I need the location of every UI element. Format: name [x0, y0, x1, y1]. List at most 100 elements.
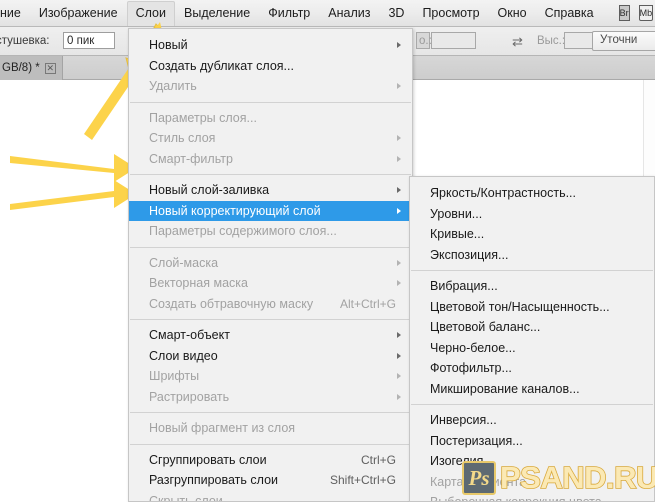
menu-item-7[interactable]: Просмотр	[413, 1, 488, 26]
menu-separator	[130, 319, 411, 320]
menu-item-label: Векторная маска	[149, 276, 248, 290]
menu-item-label: Изогелия...	[430, 454, 494, 468]
menu-layers[interactable]: Слои	[126, 0, 175, 26]
menu-item[interactable]: Создать дубликат слоя...	[129, 56, 412, 77]
menu-item-label: Выборочная коррекция цвета...	[430, 495, 613, 502]
menu-item[interactable]: Сгруппировать слои Ctrl+G	[129, 450, 412, 471]
mini-bridge-button[interactable]: Mb	[638, 5, 654, 21]
menu-item-label: Инверсия...	[430, 413, 497, 427]
menu-item-label: Стиль слоя	[149, 131, 216, 145]
chevron-right-icon	[397, 42, 401, 48]
menu-item[interactable]: Цветовой баланс...	[410, 317, 654, 338]
menu-item-label: Смарт-объект	[149, 328, 230, 342]
menu-item: Создать обтравочную маску Alt+Ctrl+G	[129, 294, 412, 315]
menu-separator	[411, 270, 653, 271]
chevron-right-icon	[397, 373, 401, 379]
menu-item-label: Новый фрагмент из слоя	[149, 421, 296, 435]
menu-item-label: Новый слой-заливка	[149, 183, 270, 197]
chevron-right-icon	[397, 332, 401, 338]
menu-item: Скрыть слои	[129, 491, 412, 502]
menu-item: Параметры слоя...	[129, 108, 412, 129]
menu-item-3[interactable]: Выделение	[175, 1, 259, 26]
width-input[interactable]	[431, 32, 476, 49]
menu-item-label: Микширование каналов...	[430, 381, 580, 396]
menu-item[interactable]: Микширование каналов...	[410, 379, 654, 400]
menu-item-8[interactable]: Окно	[489, 1, 536, 26]
chevron-right-icon	[397, 207, 401, 214]
menu-item[interactable]: Экспозиция...	[410, 245, 654, 266]
menu-item[interactable]: Черно-белое...	[410, 338, 654, 359]
menu-item-label: Параметры слоя...	[149, 110, 257, 125]
menu-item-label: Цветовой баланс...	[430, 320, 541, 334]
swap-arrows-icon[interactable]: ⇄	[512, 35, 523, 48]
feather-input[interactable]: 0 пик	[63, 32, 115, 49]
new-adjustment-layer-submenu[interactable]: Яркость/Контрастность... Уровни... Кривые.…	[409, 176, 655, 502]
menu-item-label: Сгруппировать слои	[149, 452, 267, 467]
menu-item[interactable]: Уровни...	[410, 204, 654, 225]
chevron-right-icon	[397, 259, 401, 266]
menu-item-label: Цветовой тон/Насыщенность...	[430, 299, 610, 314]
menu-item: Параметры содержимого слоя...	[129, 221, 412, 242]
menu-item-0[interactable]: ние	[0, 1, 30, 26]
menu-item[interactable]: Фотофильтр...	[410, 358, 654, 379]
menu-item[interactable]: Цветовой тон/Насыщенность...	[410, 297, 654, 318]
bridge-button[interactable]: Br	[618, 5, 630, 21]
chevron-right-icon	[397, 83, 401, 89]
menu-item-shortcut: Alt+Ctrl+G	[339, 296, 396, 311]
menu-item-label: Шрифты	[149, 369, 200, 383]
document-tab[interactable]: GB/8) * ✕	[0, 56, 63, 80]
menu-item-6[interactable]: 3D	[379, 1, 413, 26]
layers-dropdown-menu[interactable]: Новый Создать дубликат слоя... Удалить Пара…	[128, 28, 413, 502]
close-icon[interactable]: ✕	[44, 62, 56, 74]
menu-item-label: Разгруппировать слои	[149, 473, 279, 487]
menu-item-shortcut: Ctrl+G	[360, 452, 396, 467]
menu-item: Новый фрагмент из слоя	[129, 418, 412, 439]
menu-item-label: Слой-маска	[149, 255, 219, 270]
menu-item[interactable]: Смарт-объект	[129, 325, 412, 346]
menu-item[interactable]: Новый слой-заливка	[129, 180, 412, 201]
menu-separator	[411, 404, 653, 405]
menu-item-label: Черно-белое...	[430, 340, 516, 355]
menu-item-4[interactable]: Фильтр	[259, 1, 319, 26]
menu-item[interactable]: Постеризация...	[410, 431, 654, 452]
menu-separator	[130, 101, 411, 103]
menu-item[interactable]: Инверсия...	[410, 410, 654, 431]
menu-item[interactable]: Вибрация...	[410, 276, 654, 297]
menu-item-label: Растрировать	[149, 389, 230, 404]
menu-item-5[interactable]: Анализ	[319, 1, 379, 26]
menu-item-1[interactable]: Изображение	[30, 1, 127, 26]
menu-item-9[interactable]: Справка	[536, 1, 603, 26]
menu-item-label: Слои видео	[149, 348, 218, 363]
menu-separator	[130, 443, 411, 445]
menu-separator	[130, 174, 411, 175]
chevron-right-icon	[397, 135, 401, 141]
menu-bar: ние Изображение Слои Выделение Фильтр Анализ 3…	[0, 0, 655, 27]
chevron-right-icon	[397, 155, 401, 162]
menu-item-label: Постеризация...	[430, 433, 523, 448]
chevron-right-icon	[397, 187, 401, 193]
menu-item-label: Смарт-фильтр	[149, 151, 233, 166]
menu-item[interactable]: Слои видео	[129, 346, 412, 367]
menu-item-label: Экспозиция...	[430, 247, 509, 262]
menu-item-label: Фотофильтр...	[430, 361, 512, 375]
refine-edge-button[interactable]: Уточни	[592, 31, 655, 51]
width-label: о.:	[419, 35, 432, 47]
menu-item: Выборочная коррекция цвета...	[410, 492, 654, 502]
menu-item-label: Создать дубликат слоя...	[149, 58, 294, 73]
menu-item[interactable]: Яркость/Контрастность...	[410, 183, 654, 204]
chevron-right-icon	[397, 393, 401, 400]
menu-item: Растрировать	[129, 387, 412, 408]
menu-item[interactable]: Кривые...	[410, 224, 654, 245]
document-tab-label: GB/8) *	[2, 62, 40, 74]
height-label: Выс.:	[537, 35, 566, 47]
menu-item[interactable]: Изогелия...	[410, 451, 654, 472]
menu-item[interactable]: Новый	[129, 35, 412, 56]
menu-item: Слой-маска	[129, 253, 412, 274]
menu-item: Смарт-фильтр	[129, 149, 412, 170]
menu-item: Карта градиента...	[410, 472, 654, 493]
menu-item-label: Новый корректирующий слой	[149, 203, 321, 218]
menu-item[interactable]: Разгруппировать слои Shift+Ctrl+G	[129, 470, 412, 491]
menu-item-label: Яркость/Контрастность...	[430, 186, 577, 200]
menu-item[interactable]: Новый корректирующий слой	[129, 200, 412, 221]
chevron-right-icon	[397, 280, 401, 286]
